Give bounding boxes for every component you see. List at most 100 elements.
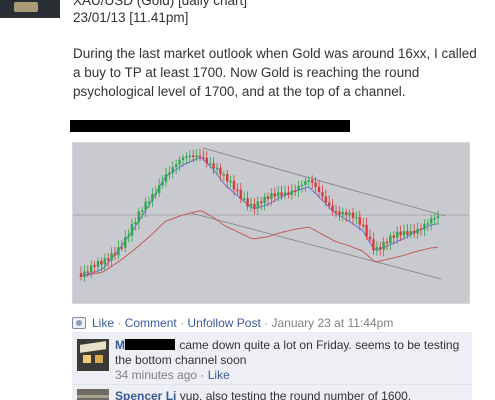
comment-text-block: Spencer Li yup, also testing the round n… xyxy=(115,389,411,400)
candle-body xyxy=(83,271,86,277)
candle-body xyxy=(321,191,324,197)
candle-body xyxy=(273,193,276,197)
comment-author-link[interactable]: M xyxy=(115,338,125,352)
candle-body xyxy=(338,211,341,215)
candle-body xyxy=(256,201,259,209)
candle-body xyxy=(372,239,375,251)
candle-body xyxy=(416,228,419,234)
candle-body xyxy=(283,192,287,196)
candle-body xyxy=(317,186,321,192)
candle-body xyxy=(341,211,344,215)
candle-body xyxy=(290,190,293,195)
post-title: XAU/USD (Gold) [daily chart] xyxy=(73,0,248,8)
gold-price-chart-image[interactable] xyxy=(72,142,470,304)
candle-body xyxy=(382,241,385,250)
candle-body xyxy=(314,182,317,187)
comment-meta: 34 minutes ago · Like xyxy=(115,368,230,382)
candle-body xyxy=(328,202,331,206)
candle-body xyxy=(396,231,399,238)
candle-body xyxy=(409,230,412,235)
candle-body xyxy=(90,265,93,272)
candle-body xyxy=(188,155,191,158)
candle-body xyxy=(229,180,232,183)
candle-body xyxy=(164,174,168,183)
candle-body xyxy=(436,215,440,218)
candle-body xyxy=(168,172,171,175)
separator: · xyxy=(117,316,122,330)
candle-body xyxy=(399,231,402,236)
like-link[interactable]: Like xyxy=(92,316,114,330)
candle-body xyxy=(334,211,338,213)
candle-body xyxy=(402,231,406,236)
candle-body xyxy=(209,163,212,165)
candle-body xyxy=(110,253,113,261)
redacted-link-bar xyxy=(70,120,350,132)
avatar-image[interactable] xyxy=(77,389,109,400)
separator: · xyxy=(264,316,269,330)
candle-body xyxy=(232,180,236,190)
candle-body xyxy=(171,167,174,173)
fast-moving-average-line xyxy=(80,156,439,277)
comment-author-link[interactable]: Spencer Li xyxy=(115,389,176,400)
separator: · xyxy=(180,316,185,330)
candle-body xyxy=(134,222,137,225)
candle-body xyxy=(107,258,110,261)
candle-body xyxy=(294,190,297,192)
candle-body xyxy=(260,201,263,204)
candle-body xyxy=(419,228,423,231)
candle-body xyxy=(120,247,123,249)
candle-body xyxy=(236,189,239,192)
candle-body xyxy=(124,237,127,248)
candle-body xyxy=(385,241,389,244)
redacted-author-name xyxy=(125,339,175,350)
candle-body xyxy=(375,247,378,251)
candle-body xyxy=(345,211,348,216)
candle-body xyxy=(93,265,96,267)
candle-body xyxy=(175,164,178,168)
unfollow-post-link[interactable]: Unfollow Post xyxy=(187,316,260,330)
candle-body xyxy=(226,174,229,182)
candle-body xyxy=(198,155,202,158)
candle-body xyxy=(406,231,409,235)
candle-body xyxy=(239,189,242,199)
candle-body xyxy=(355,217,358,219)
avatar-house-image[interactable] xyxy=(77,339,109,371)
candle-body xyxy=(113,253,117,256)
candle-body xyxy=(297,185,300,191)
post-body-text: During the last market outlook when Gold… xyxy=(73,46,477,99)
candle-body xyxy=(127,235,130,238)
candle-body xyxy=(430,218,433,224)
candle-body xyxy=(362,224,365,227)
candle-body xyxy=(130,224,134,236)
candle-body xyxy=(181,157,185,160)
candle-body xyxy=(161,182,164,186)
comment-like-link[interactable]: Like xyxy=(208,368,230,382)
post-timestamp-link[interactable]: January 23 at 11:44pm xyxy=(271,316,393,330)
comment-item: M came down quite a lot on Friday. seems… xyxy=(72,332,472,384)
candle-body xyxy=(144,201,147,211)
candle-body xyxy=(86,271,89,273)
candle-body xyxy=(137,211,140,223)
candle-body xyxy=(331,205,334,212)
candle-body xyxy=(358,217,361,225)
comment-text-block: M came down quite a lot on Friday. seems… xyxy=(115,338,465,368)
facebook-post-icon xyxy=(72,317,86,329)
candle-body xyxy=(389,235,392,244)
candle-body xyxy=(300,184,304,187)
candle-body xyxy=(266,196,270,200)
candle-body xyxy=(277,192,280,197)
candle-body xyxy=(392,235,395,238)
candle-body xyxy=(154,193,157,195)
candle-body xyxy=(365,224,368,237)
candle-body xyxy=(280,192,283,196)
candle-body xyxy=(413,230,416,234)
candle-body xyxy=(141,210,144,212)
candle-body xyxy=(202,157,205,159)
candle-body xyxy=(117,247,120,256)
post-action-bar: Like · Comment · Unfollow Post · January… xyxy=(72,314,472,334)
candle-body xyxy=(103,258,106,265)
post-date: 23/01/13 [11.41pm] xyxy=(73,10,189,25)
candle-body xyxy=(212,163,215,169)
comment-link[interactable]: Comment xyxy=(125,316,177,330)
candle-body xyxy=(185,156,188,158)
